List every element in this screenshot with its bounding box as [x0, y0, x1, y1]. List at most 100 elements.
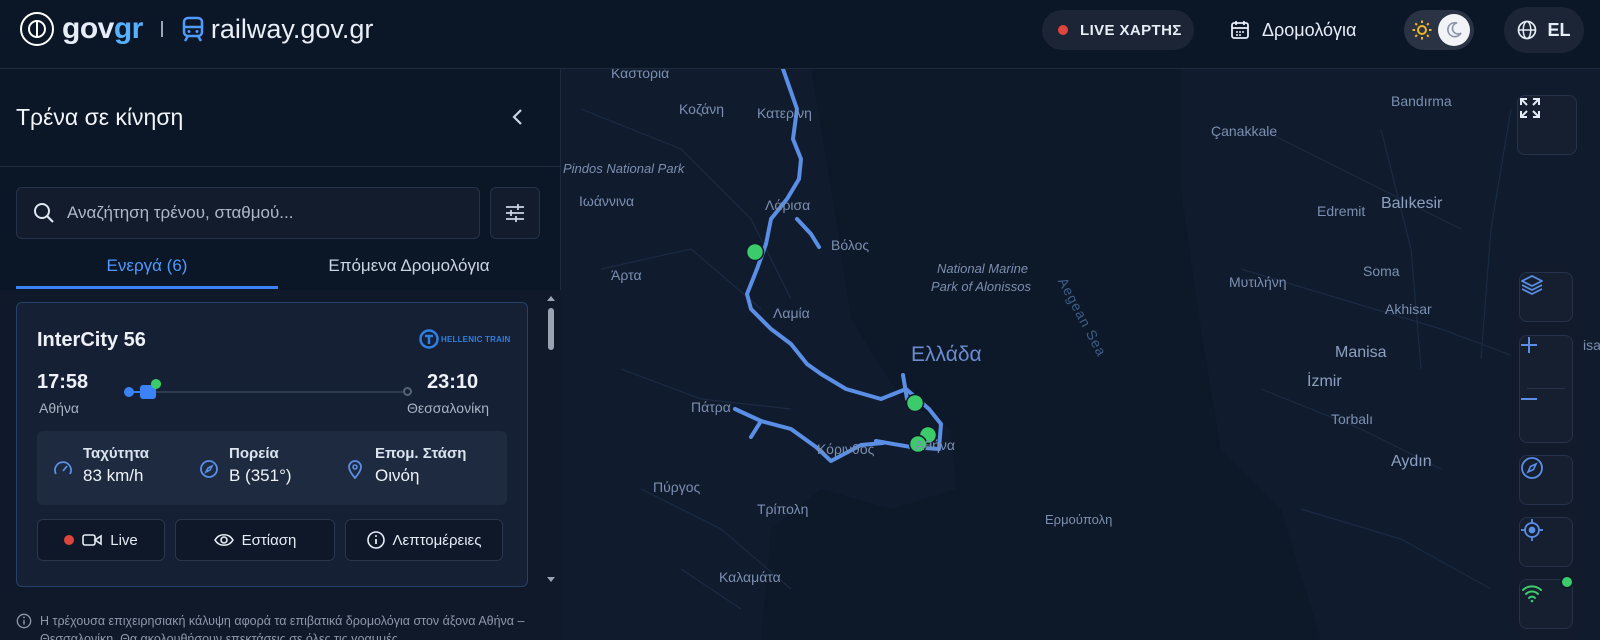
- departure-time: 17:58: [37, 371, 89, 393]
- place-label: Bandırma: [1391, 93, 1452, 109]
- live-map[interactable]: Καστοριά Κοζάνη Κατερίνη Pindos National…: [561, 69, 1600, 640]
- next-stop-value: Οινόη: [375, 466, 420, 485]
- tab-upcoming-schedules[interactable]: Επόμενα Δρομολόγια: [278, 245, 540, 289]
- eye-icon: [213, 533, 234, 547]
- operator-name: HELLENIC TRAIN: [441, 334, 511, 344]
- tab-active-trains[interactable]: Ενεργά (6): [16, 245, 278, 289]
- filter-button[interactable]: [490, 187, 540, 239]
- place-label: Çanakkale: [1211, 123, 1278, 139]
- brand-divider: [160, 21, 163, 37]
- place-label: Pindos National Park: [563, 161, 685, 176]
- place-label: Πάτρα: [691, 399, 731, 415]
- arrival-time: 23:10: [427, 371, 479, 393]
- language-code: EL: [1547, 19, 1571, 40]
- speed-label: Ταχύτητα: [83, 445, 149, 462]
- theme-toggle[interactable]: [1404, 10, 1474, 50]
- place-label: Akhisar: [1385, 301, 1432, 317]
- train-icon: [182, 16, 204, 42]
- place-label: Κατερίνη: [757, 105, 812, 121]
- zoom-in-button[interactable]: [1519, 335, 1573, 389]
- info-icon: [16, 613, 32, 629]
- scroll-thumb[interactable]: [548, 308, 554, 350]
- next-stop-stat: Επομ. Στάση Οινόη: [345, 445, 466, 486]
- zoom-out-button[interactable]: [1519, 389, 1573, 443]
- globe-icon: [1518, 20, 1537, 40]
- site-name: railway.gov.gr: [210, 13, 374, 44]
- live-map-button[interactable]: LIVE ΧΑΡΤΗΣ: [1042, 10, 1194, 50]
- place-label: Ερμούπολη: [1045, 512, 1113, 527]
- language-selector[interactable]: EL: [1504, 7, 1584, 53]
- compass-icon: [1521, 457, 1543, 479]
- moon-icon: [1438, 14, 1470, 46]
- expand-icon: [1520, 98, 1540, 118]
- place-label: Άρτα: [611, 267, 642, 283]
- live-label: Live: [110, 531, 138, 549]
- place-label: Κοζάνη: [679, 101, 725, 117]
- speed-value: 83 km/h: [83, 466, 144, 485]
- schedules-label: Δρομολόγια: [1262, 19, 1357, 40]
- departure-station: Αθήνα: [39, 400, 80, 416]
- place-label: Μυτιλήνη: [1229, 274, 1287, 290]
- brand[interactable]: govgr railway.gov.gr: [20, 12, 373, 46]
- trains-sidebar: Τρένα σε κίνηση Ενεργά (6) Επόμενα Δρομο…: [0, 69, 561, 640]
- live-signal-dot: [151, 379, 161, 389]
- layers-button[interactable]: [1519, 272, 1573, 322]
- train-tabs: Ενεργά (6) Επόμενα Δρομολόγια: [16, 245, 540, 289]
- place-label: Ιωάννινα: [579, 193, 635, 209]
- calendar-icon: [1231, 21, 1249, 39]
- coverage-note-text: Η τρέχουσα επιχειρησιακή κάλυψη αφορά τα…: [40, 614, 525, 640]
- hellenic-train-logo-icon: [419, 329, 439, 349]
- fullscreen-button[interactable]: [1517, 95, 1577, 155]
- live-camera-button[interactable]: Live: [37, 519, 165, 561]
- place-label: Aydın: [1391, 453, 1432, 470]
- route-progress-track: [129, 391, 409, 393]
- plus-icon: [1521, 337, 1537, 353]
- compass-button[interactable]: [1519, 455, 1573, 505]
- place-label: Πύργος: [653, 479, 701, 495]
- info-icon: [366, 531, 385, 549]
- govgr-logo: govgr: [62, 12, 143, 45]
- route-start-dot: [124, 387, 134, 397]
- place-label: Manisa: [1335, 344, 1387, 361]
- train-list-scrollbar[interactable]: [546, 294, 556, 584]
- crosshair-icon: [1521, 519, 1543, 541]
- search-input[interactable]: [67, 203, 447, 223]
- country-label: Ελλάδα: [911, 343, 982, 366]
- search-box[interactable]: [16, 187, 480, 239]
- place-label: National Marine: [937, 261, 1029, 276]
- train-card[interactable]: InterCity 56 HELLENIC TRAIN 17:58 Αθήνα …: [16, 302, 528, 587]
- place-label: Κόρινθος: [817, 441, 875, 457]
- place-label: Καστοριά: [611, 69, 670, 81]
- place-label: Αθήνα: [915, 437, 956, 453]
- sun-icon: [1408, 16, 1436, 44]
- live-dot-icon: [1058, 25, 1068, 35]
- place-label: Λαμία: [773, 305, 810, 321]
- train-stats: Ταχύτητα 83 km/h Πορεία Β (351°) Επομ. Στά…: [37, 431, 507, 505]
- place-label: Torbalı: [1331, 411, 1374, 427]
- place-label: Edremit: [1317, 203, 1366, 219]
- connection-status-dot: [1560, 575, 1574, 589]
- next-stop-label: Επομ. Στάση: [375, 445, 467, 462]
- operator-logo: HELLENIC TRAIN: [419, 329, 510, 349]
- layers-icon: [1521, 275, 1543, 295]
- map-canvas: [561, 69, 1600, 640]
- train-list[interactable]: InterCity 56 HELLENIC TRAIN 17:58 Αθήνα …: [0, 290, 561, 640]
- search-icon: [34, 203, 54, 223]
- details-button[interactable]: Λεπτομέρειες: [345, 519, 503, 561]
- speedometer-icon: [54, 461, 72, 475]
- live-map-label: LIVE ΧΑΡΤΗΣ: [1080, 21, 1182, 39]
- details-label: Λεπτομέρειες: [392, 531, 482, 549]
- sidebar-header: Τρένα σε κίνηση: [0, 69, 560, 167]
- focus-button[interactable]: Εστίαση: [175, 519, 335, 561]
- place-label: Λάρισα: [765, 197, 811, 213]
- video-camera-icon: [82, 534, 103, 546]
- place-label: İzmir: [1307, 373, 1342, 390]
- schedules-link[interactable]: Δρομολόγια: [1230, 10, 1356, 50]
- locate-me-button[interactable]: [1519, 517, 1573, 567]
- collapse-sidebar-chevron-icon[interactable]: [506, 105, 530, 129]
- place-label: Τρίπολη: [757, 501, 809, 517]
- place-label: Soma: [1363, 263, 1400, 279]
- heading-label: Πορεία: [229, 445, 279, 462]
- wifi-icon: [1522, 585, 1542, 603]
- sidebar-title: Τρένα σε κίνηση: [16, 104, 184, 130]
